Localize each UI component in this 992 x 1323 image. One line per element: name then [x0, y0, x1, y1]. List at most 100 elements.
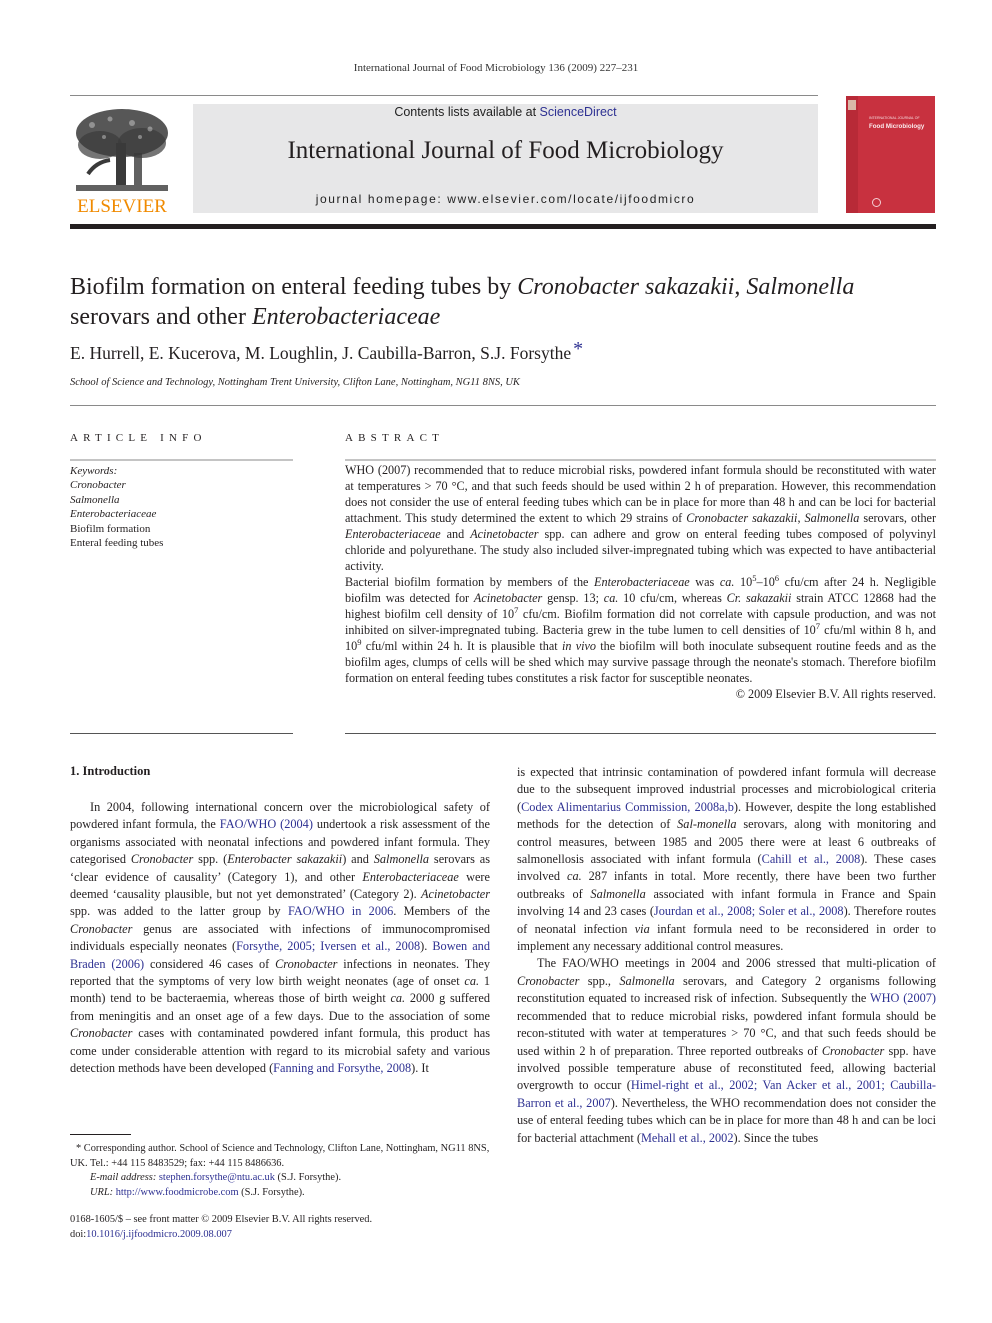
- corresponding-author-marker[interactable]: *: [573, 338, 583, 360]
- citation-link[interactable]: FAO/WHO (2004): [220, 817, 313, 831]
- italic-text: Sal-monella: [677, 817, 737, 832]
- journal-name: International Journal of Food Microbiolo…: [287, 137, 724, 164]
- doi-link[interactable]: 10.1016/j.ijfoodmicro.2009.08.007: [86, 1229, 232, 1240]
- italic-text: ca.: [719, 575, 735, 589]
- italic-text: Acinetobacter: [470, 527, 539, 541]
- copyright-notice: © 2009 Elsevier B.V. All rights reserved…: [735, 687, 936, 701]
- journal-homepage[interactable]: journal homepage: www.elsevier.com/locat…: [193, 192, 818, 206]
- citation-link[interactable]: Codex Alimentarius Commission, 2008a,b: [521, 800, 734, 814]
- keywords-list: Keywords: Cronobacter Salmonella Enterob…: [70, 464, 163, 550]
- text-run: spp.,: [579, 973, 620, 988]
- keyword: Salmonella: [70, 493, 120, 506]
- body-column-right: is expected that intrinsic contamination…: [517, 764, 936, 1147]
- title-italic: Salmonella: [746, 274, 855, 300]
- header-thick-divider: [70, 224, 936, 229]
- contents-line: Contents lists available at ScienceDirec…: [193, 105, 818, 119]
- doi-label: doi:: [70, 1228, 87, 1240]
- italic-text: Cr. sakazakii: [726, 591, 792, 605]
- title-text: Biofilm formation on enteral feeding tub…: [70, 274, 518, 300]
- italic-text: Salmonella: [590, 886, 646, 901]
- article-info-divider: [70, 459, 293, 461]
- abstract-paragraph: Bacterial biofilm formation by members o…: [345, 574, 936, 686]
- url-suffix: (S.J. Forsythe).: [238, 1186, 305, 1198]
- italic-text: ca.: [567, 869, 582, 884]
- italic-text: Cronobacter: [70, 921, 133, 936]
- email-footnote: E-mail address: stephen.forsythe@ntu.ac.…: [70, 1171, 494, 1186]
- text-run: 10 cfu/cm, whereas: [618, 591, 727, 605]
- body-column-left: In 2004, following international concern…: [70, 799, 490, 1078]
- citation-link[interactable]: Forsythe, 2005; Iversen et al., 2008: [236, 939, 420, 953]
- body-paragraph: In 2004, following international concern…: [70, 799, 490, 1078]
- citation-link[interactable]: Cahill et al., 2008: [762, 852, 861, 866]
- italic-text: ca.: [464, 974, 480, 989]
- keyword: Enterobacteriaceae: [70, 508, 157, 521]
- body-paragraph: The FAO/WHO meetings in 2004 and 2006 st…: [517, 955, 936, 1146]
- email-suffix: (S.J. Forsythe).: [274, 1172, 342, 1183]
- abstract-body: WHO (2007) recommended that to reduce mi…: [345, 462, 936, 702]
- article-info-bottom-divider: [70, 733, 293, 734]
- tree-icon: [76, 109, 168, 191]
- title-italic: Enterobacteriaceae: [251, 304, 441, 330]
- italic-text: Salmonella: [804, 511, 860, 525]
- url-footnote: URL: http://www.foodmicrobe.com (S.J. Fo…: [70, 1186, 494, 1201]
- italic-text: Cronobacter: [517, 973, 580, 988]
- front-matter: 0168-1605/$ – see front matter © 2009 El…: [70, 1213, 494, 1242]
- italic-text: Enterobacteriaceae: [362, 869, 459, 884]
- contents-prefix: Contents lists available at: [394, 105, 540, 119]
- text-run: Bacterial biofilm formation by members o…: [345, 575, 595, 589]
- text-run: ).: [420, 939, 433, 954]
- italic-text: in vivo: [561, 639, 597, 653]
- top-divider: [70, 95, 818, 96]
- sciencedirect-link[interactable]: ScienceDirect: [540, 105, 617, 119]
- cover-emblem-icon: [848, 100, 856, 110]
- text-run: spp. was added to the latter group by: [70, 904, 288, 919]
- article-info-heading: ARTICLE INFO: [70, 432, 207, 444]
- text-run: was: [689, 575, 720, 589]
- citation-link[interactable]: WHO (2007): [870, 991, 936, 1005]
- journal-cover-thumbnail[interactable]: INTERNATIONAL JOURNAL OF Food Microbiolo…: [846, 96, 935, 213]
- italic-text: Cronobacter: [70, 1026, 133, 1041]
- citation-link[interactable]: Mehall et al., 2002: [641, 1131, 734, 1145]
- cover-badge-icon: [872, 198, 881, 207]
- citation-link[interactable]: Jourdan et al., 2008; Soler et al., 2008: [654, 904, 844, 918]
- italic-text: ca.: [603, 591, 619, 605]
- elsevier-wordmark: ELSEVIER: [77, 196, 167, 217]
- citation-link[interactable]: Fanning and Forsythe, 2008: [273, 1061, 411, 1075]
- running-head: International Journal of Food Microbiolo…: [353, 62, 639, 74]
- abstract-paragraph: WHO (2007) recommended that to reduce mi…: [345, 462, 936, 574]
- email-link[interactable]: stephen.forsythe@ntu.ac.uk: [159, 1172, 275, 1183]
- italic-text: Cronobacter: [821, 1043, 885, 1058]
- text-run: cfu/ml within 24 h. It is plausible that: [361, 639, 562, 653]
- abstract-heading: ABSTRACT: [345, 432, 445, 444]
- affiliation: School of Science and Technology, Nottin…: [70, 377, 520, 388]
- keyword: Enteral feeding tubes: [70, 537, 164, 550]
- italic-text: ca.: [390, 991, 406, 1006]
- doi-line: doi:10.1016/j.ijfoodmicro.2009.08.007: [70, 1228, 494, 1243]
- keyword: Cronobacter: [70, 479, 126, 492]
- italic-text: via: [634, 921, 650, 936]
- italic-text: Cronobacter sakazakii: [686, 511, 798, 525]
- italic-text: Acinetobacter: [473, 591, 543, 605]
- section-heading-introduction: 1. Introduction: [70, 764, 151, 778]
- author-list: E. Hurrell, E. Kucerova, M. Loughlin, J.…: [70, 338, 583, 365]
- italic-text: Acinetobacter: [421, 887, 490, 902]
- email-label: E-mail address:: [90, 1172, 157, 1183]
- text-run: serovars, other: [859, 511, 937, 525]
- cover-spine: [846, 96, 858, 213]
- title-text: ,: [734, 274, 747, 300]
- title-italic: Cronobacter sakazakii: [517, 274, 735, 300]
- footnote-divider: [70, 1134, 131, 1135]
- italic-text: Enterobacteriaceae: [594, 575, 690, 589]
- title-divider: [70, 405, 936, 406]
- footnotes: * Corresponding author. School of Scienc…: [70, 1142, 494, 1200]
- authors-text: E. Hurrell, E. Kucerova, M. Loughlin, J.…: [70, 343, 572, 363]
- citation-link[interactable]: FAO/WHO in 2006: [288, 904, 393, 918]
- italic-text: Salmonella: [373, 852, 430, 867]
- italic-text: Enterobacteriaceae: [345, 527, 441, 541]
- text-run: ) and: [342, 852, 374, 867]
- text-run: and: [440, 527, 471, 541]
- text-run: 10: [734, 575, 753, 589]
- italic-text: Cronobacter: [130, 852, 194, 867]
- url-link[interactable]: http://www.foodmicrobe.com: [116, 1187, 239, 1198]
- body-paragraph: is expected that intrinsic contamination…: [517, 764, 936, 955]
